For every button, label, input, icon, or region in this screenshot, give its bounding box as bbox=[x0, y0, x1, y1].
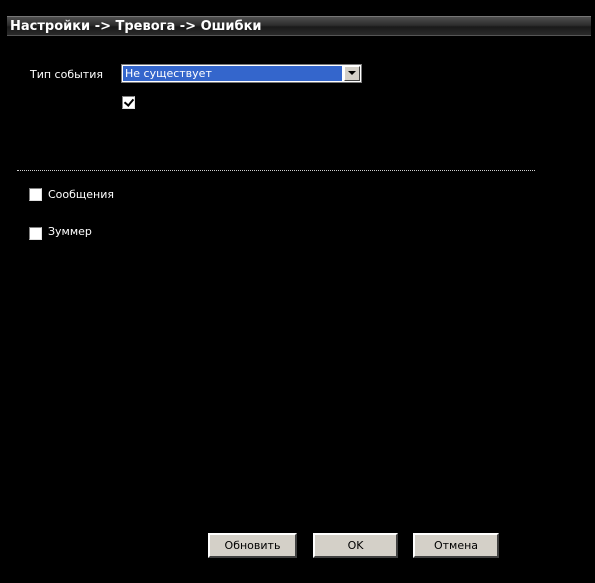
chevron-down-icon[interactable] bbox=[344, 66, 360, 81]
event-type-selected-value: Не существует bbox=[123, 66, 342, 81]
buzzer-checkbox[interactable] bbox=[29, 227, 42, 240]
divider bbox=[17, 170, 535, 171]
cancel-button[interactable]: Отмена bbox=[413, 533, 499, 558]
event-enable-checkbox[interactable] bbox=[122, 96, 135, 109]
event-type-select[interactable]: Не существует bbox=[121, 64, 362, 83]
messages-checkbox[interactable] bbox=[29, 188, 42, 201]
messages-label: Сообщения bbox=[48, 188, 115, 201]
ok-button[interactable]: OK bbox=[313, 533, 398, 558]
refresh-button[interactable]: Обновить bbox=[208, 533, 297, 558]
title-bar: Настройки -> Тревога -> Ошибки bbox=[7, 16, 591, 36]
buzzer-label: Зуммер bbox=[48, 225, 92, 238]
window-title: Настройки -> Тревога -> Ошибки bbox=[10, 19, 262, 34]
event-type-label: Тип события bbox=[30, 68, 103, 81]
settings-window: Настройки -> Тревога -> Ошибки Тип событ… bbox=[0, 0, 595, 583]
